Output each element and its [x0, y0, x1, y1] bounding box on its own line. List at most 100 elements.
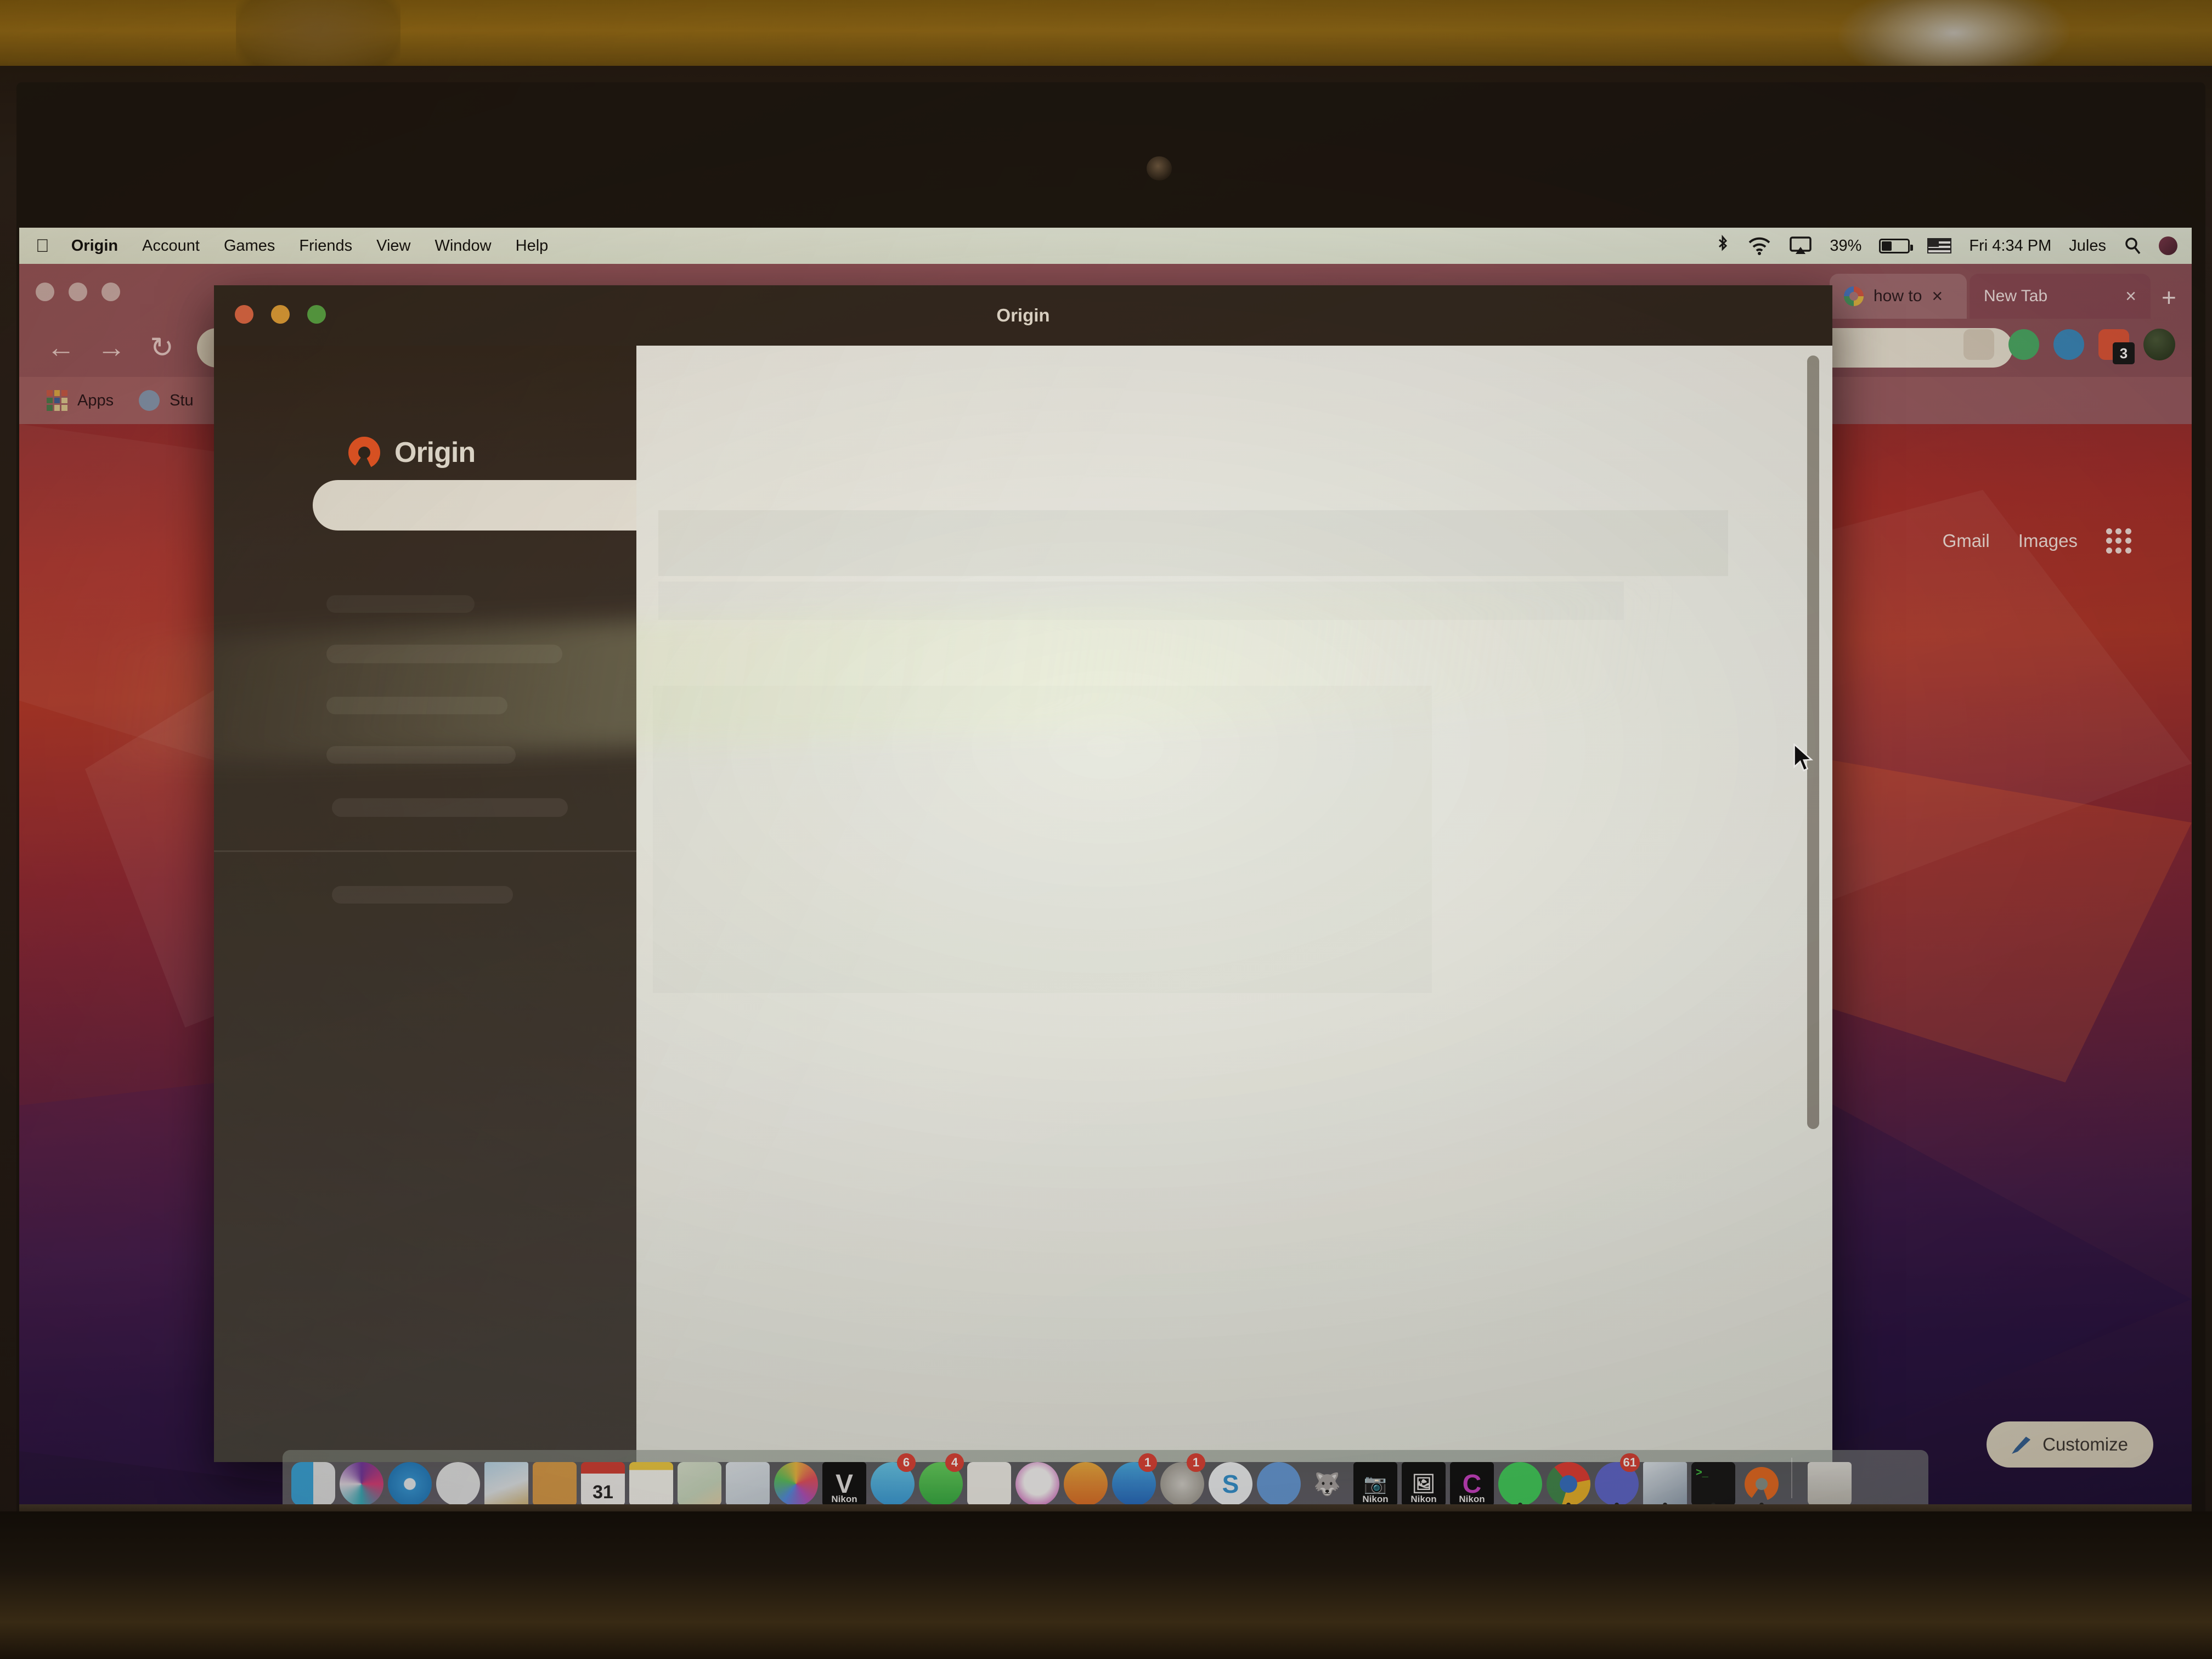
dock-item-nikon-capture[interactable]: 📷 Nikon [1351, 1455, 1400, 1506]
vertical-scrollbar-thumb[interactable] [1807, 356, 1819, 1129]
tab-close-icon[interactable]: × [1932, 286, 1943, 307]
dock-item-launchpad[interactable] [434, 1455, 482, 1506]
dock-item-app-store[interactable]: 1 [1110, 1453, 1158, 1506]
menu-item-window[interactable]: Window [422, 228, 503, 264]
maximize-button[interactable] [101, 283, 120, 301]
tab-new-tab[interactable]: New Tab × [1970, 274, 2151, 319]
origin-window-body: Origin [214, 346, 1832, 1462]
dock-item-spotify[interactable] [1496, 1455, 1544, 1507]
clock-datetime[interactable]: Fri 4:34 PM [1960, 228, 2060, 264]
menu-item-account[interactable]: Account [130, 228, 212, 264]
dock-item-notes[interactable] [627, 1455, 675, 1506]
dock-item-discord[interactable]: 61 [1593, 1453, 1641, 1507]
badge-count: 61 [1620, 1453, 1640, 1472]
dock-item-skype[interactable]: S [1206, 1455, 1255, 1506]
menu-item-friends[interactable]: Friends [287, 228, 364, 264]
skeleton-bar [332, 886, 513, 904]
badge-count: 4 [945, 1453, 964, 1472]
dock-item-facetime[interactable]: 4 [917, 1453, 965, 1506]
dock-item-gimp[interactable]: 🐺 [1303, 1455, 1351, 1506]
dock-item-label: Nikon [1459, 1494, 1485, 1504]
dock-item-preview[interactable] [724, 1455, 772, 1506]
dock-item-safari[interactable] [386, 1455, 434, 1506]
bookmark-apps[interactable]: Apps [47, 390, 114, 411]
mouse-cursor-icon [1793, 743, 1814, 772]
dock-item-siri[interactable] [337, 1455, 386, 1506]
bookmark-label: Apps [77, 391, 114, 409]
control-center-icon[interactable] [2150, 228, 2186, 264]
tab-title: how to [1874, 287, 1922, 305]
menu-item-origin[interactable]: Origin [59, 228, 130, 264]
bookmark-stu[interactable]: Stu [139, 390, 194, 411]
dock-item-origin[interactable] [1737, 1455, 1786, 1507]
extension-badge-count: 3 [2113, 342, 2135, 364]
apple-logo-icon[interactable]:  [24, 235, 59, 256]
dock-item-nikon-c[interactable]: C Nikon [1448, 1455, 1496, 1506]
menu-item-help[interactable]: Help [504, 228, 561, 264]
new-tab-button[interactable]: + [2162, 283, 2176, 312]
mac-dock: 31 V Nikon 6 4 1 1 S 🐺 📷 Nikon 🖼 Nikon C… [283, 1450, 1928, 1508]
dock-item-nikon-transfer[interactable]: 🖼 Nikon [1400, 1455, 1448, 1506]
forward-arrow-icon[interactable]: → [86, 323, 137, 373]
origin-swirl-icon [348, 437, 380, 469]
dock-item-maps[interactable] [675, 1455, 724, 1506]
menu-item-games[interactable]: Games [212, 228, 287, 264]
gmail-link[interactable]: Gmail [1943, 531, 1990, 551]
origin-app-window: Origin Origin [214, 285, 1832, 1462]
google-apps-grid-icon[interactable] [2106, 528, 2131, 554]
dock-item-system-preferences[interactable]: 1 [1158, 1453, 1206, 1506]
menu-bar-status-items: 39% Fri 4:34 PM Jules [1707, 228, 2192, 264]
badge-count: 6 [897, 1453, 916, 1472]
tab-how-to[interactable]: how to × [1830, 274, 1967, 319]
dock-item-photos[interactable] [772, 1455, 820, 1506]
airplay-icon[interactable] [1780, 228, 1821, 264]
origin-title-bar[interactable]: Origin [214, 285, 1832, 346]
dock-item-folder[interactable] [531, 1455, 579, 1506]
origin-sidebar: Origin [214, 346, 713, 1462]
menu-item-view[interactable]: View [364, 228, 422, 264]
reload-icon[interactable]: ↻ [137, 323, 187, 373]
customize-label: Customize [2042, 1434, 2128, 1454]
minimize-button[interactable] [69, 283, 87, 301]
tab-close-icon[interactable]: × [2125, 286, 2136, 307]
grammarly-extension-icon[interactable] [2008, 329, 2039, 360]
close-button[interactable] [36, 283, 54, 301]
customize-button[interactable]: Customize [1987, 1421, 2153, 1468]
dock-item-label: Nikon [1362, 1494, 1389, 1504]
bluetooth-icon[interactable] [1707, 228, 1739, 264]
profile-avatar[interactable] [2143, 329, 2175, 360]
dock-item-creative-cloud[interactable] [1255, 1455, 1303, 1506]
dock-item-nikon-viewnx[interactable]: V Nikon [820, 1455, 868, 1506]
menu-bar-app-menus:  Origin Account Games Friends View Wind… [19, 228, 560, 264]
dock-item-finder[interactable] [289, 1455, 337, 1506]
spotlight-search-icon[interactable] [2115, 228, 2150, 264]
extension-icon-blue[interactable] [2053, 329, 2084, 360]
back-arrow-icon[interactable]: ← [36, 323, 86, 373]
dock-item-label: Nikon [831, 1494, 857, 1504]
dock-item-chrome[interactable] [1544, 1455, 1593, 1507]
dock-item-terminal[interactable]: >_ [1689, 1455, 1737, 1507]
us-flag-icon[interactable] [1918, 228, 1960, 264]
bookmark-label: Stu [170, 391, 194, 409]
origin-window-title: Origin [996, 305, 1050, 325]
dock-item-photo-viewer[interactable] [1641, 1455, 1689, 1507]
images-link[interactable]: Images [2018, 531, 2078, 551]
dock-item-numbers[interactable] [965, 1455, 1013, 1506]
battery-icon[interactable] [1870, 228, 1918, 264]
skeleton-bar [326, 697, 507, 714]
skeleton-bar [326, 645, 562, 663]
content-skeleton-block [658, 510, 1728, 576]
chrome-window-controls[interactable] [36, 283, 120, 301]
dock-item-itunes[interactable] [1013, 1455, 1062, 1506]
wifi-icon[interactable] [1739, 228, 1780, 264]
dock-item-calendar[interactable]: 31 [579, 1455, 627, 1506]
user-name-label[interactable]: Jules [2060, 228, 2115, 264]
origin-content-area [636, 346, 1832, 1462]
origin-logo: Origin [348, 436, 476, 469]
dock-item-trash[interactable] [1805, 1455, 1854, 1506]
extension-icon-light[interactable] [1963, 329, 1994, 360]
dock-item-messages[interactable]: 6 [868, 1453, 917, 1506]
dock-item-photos-stamp[interactable] [482, 1455, 531, 1506]
dock-item-ibooks[interactable] [1062, 1455, 1110, 1506]
generic-favicon [139, 390, 160, 411]
